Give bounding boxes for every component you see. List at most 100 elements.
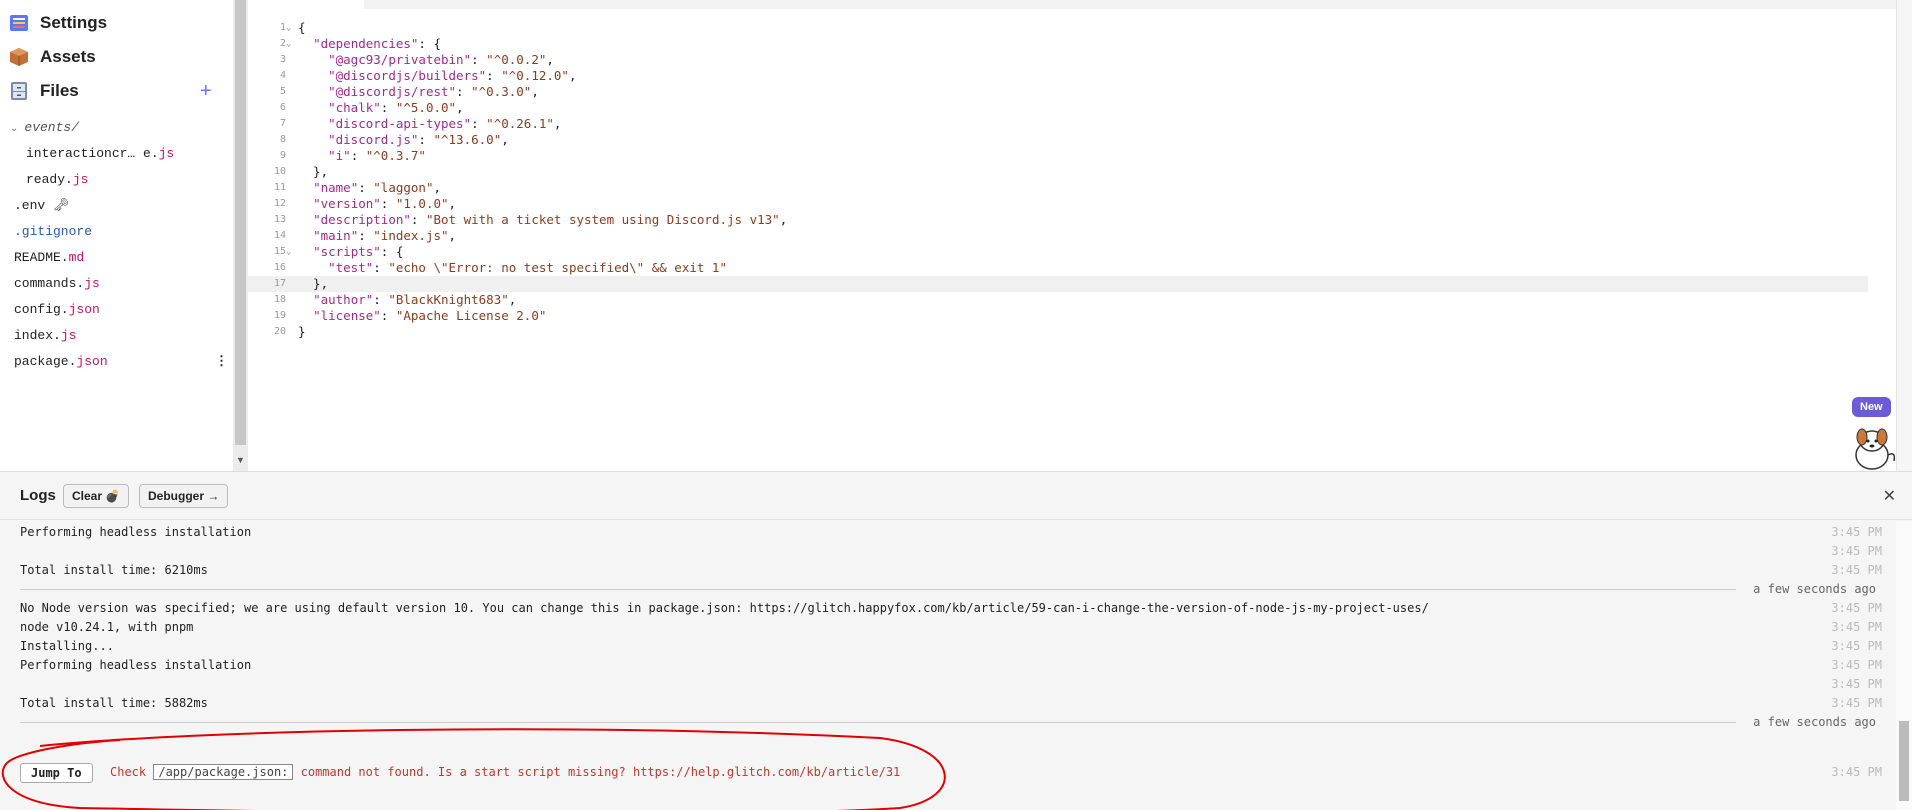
file-item[interactable]: config.json (14, 298, 242, 322)
log-separator: a few seconds ago (20, 711, 1876, 734)
line-number: 8 (279, 134, 286, 145)
code-text: "discord.js": "^13.6.0", (328, 132, 509, 147)
code-text: "name": "laggon", (313, 180, 442, 195)
code-line[interactable]: 12 "version": "1.0.0", (248, 196, 1868, 212)
settings-item[interactable]: Settings (8, 12, 107, 34)
files-item[interactable]: Files (8, 80, 79, 102)
logs-panel: Logs Clear 💣 Debugger → ✕ Jump To Check … (0, 471, 1912, 810)
code-line[interactable]: 19 "license": "Apache License 2.0" (248, 308, 1868, 324)
line-number: 18 (273, 294, 286, 305)
file-item[interactable]: commands.js (14, 272, 242, 296)
error-row: Jump To Check /app/package.json: command… (0, 761, 1896, 784)
code-editor[interactable]: 1 ⌄{2 ⌄ "dependencies": {3 "@agc93/private… (248, 0, 1912, 471)
assets-item[interactable]: Assets (8, 46, 96, 68)
code-text: "chalk": "^5.0.0", (328, 100, 464, 115)
code-text: "license": "Apache License 2.0" (313, 308, 547, 323)
file-name: commands. (14, 276, 85, 291)
code-line[interactable]: 20} (248, 324, 1868, 340)
scrollbar-thumb[interactable] (235, 0, 246, 445)
code-line[interactable]: 17 }, (248, 276, 1868, 292)
file-name: index. (14, 328, 61, 343)
line-number: 12 (273, 198, 286, 209)
scrollbar-thumb[interactable] (1899, 721, 1909, 801)
code-line[interactable]: 6 "chalk": "^5.0.0", (248, 100, 1868, 116)
editor-top-bar (364, 0, 1912, 9)
log-output[interactable]: Jump To Check /app/package.json: command… (0, 521, 1896, 810)
code-line[interactable]: 5 "@discordjs/rest": "^0.3.0", (248, 84, 1868, 100)
error-prefix: Check (110, 765, 154, 779)
line-number: 3 (279, 54, 286, 65)
logs-scrollbar[interactable] (1896, 521, 1912, 810)
error-message: Check /app/package.json: command not fou… (110, 761, 900, 784)
code-line[interactable]: 10 }, (248, 164, 1868, 180)
fold-chevron-icon[interactable]: ⌄ (286, 244, 291, 260)
assets-label: Assets (40, 47, 96, 66)
code-line[interactable]: 9 "i": "^0.3.7" (248, 148, 1868, 164)
separator-rule (20, 589, 1736, 590)
line-number: 9 (279, 150, 286, 161)
file-item[interactable]: index.js (14, 324, 242, 348)
file-item[interactable]: README.md (14, 246, 242, 270)
file-item[interactable]: ready.js (26, 168, 254, 192)
scroll-down-arrow-icon[interactable]: ▼ (236, 455, 245, 465)
logs-title: Logs (20, 487, 56, 504)
new-badge[interactable]: New (1852, 397, 1891, 417)
line-number: 7 (279, 118, 286, 129)
file-item[interactable]: .env 🗝 (14, 194, 242, 218)
folder-label: events/ (24, 120, 79, 135)
code-line[interactable]: 15 ⌄ "scripts": { (248, 244, 1868, 260)
code-line[interactable]: 14 "main": "index.js", (248, 228, 1868, 244)
code-line[interactable]: 2 ⌄ "dependencies": { (248, 36, 1868, 52)
file-name: package. (14, 354, 77, 369)
error-suffix: command not found. Is a start script mis… (293, 765, 901, 779)
add-file-button[interactable]: + (200, 80, 212, 103)
error-path[interactable]: /app/package.json: (153, 764, 294, 780)
code-text: "version": "1.0.0", (313, 196, 457, 211)
line-number: 15 (273, 246, 286, 257)
log-time: 3:45 PM (1831, 765, 1882, 779)
file-item[interactable]: interactioncr… e.js (26, 142, 254, 166)
code-line[interactable]: 8 "discord.js": "^13.6.0", (248, 132, 1868, 148)
settings-label: Settings (40, 13, 108, 32)
code-text: "main": "index.js", (313, 228, 457, 243)
code-line[interactable]: 18 "author": "BlackKnight683", (248, 292, 1868, 308)
jump-to-button[interactable]: Jump To (20, 763, 93, 783)
code-text: "@discordjs/rest": "^0.3.0", (328, 84, 539, 99)
code-line[interactable]: 13 "description": "Bot with a ticket sys… (248, 212, 1868, 228)
file-cabinet-icon (11, 82, 27, 100)
file-name: config. (14, 302, 69, 317)
code-line[interactable]: 7 "discord-api-types": "^0.26.1", (248, 116, 1868, 132)
close-icon[interactable]: ✕ (1883, 486, 1896, 506)
code-text: }, (298, 164, 329, 179)
editor-scrollbar[interactable] (1896, 0, 1912, 471)
code-line[interactable]: 11 "name": "laggon", (248, 180, 1868, 196)
line-number: 2 (279, 38, 286, 49)
code-line[interactable]: 3 "@agc93/privatebin": "^0.0.2", (248, 52, 1868, 68)
box-icon (10, 48, 28, 66)
fold-chevron-icon[interactable]: ⌄ (286, 36, 291, 52)
file-item[interactable]: .gitignore (14, 220, 242, 244)
dog-mascot-icon[interactable] (1848, 425, 1900, 471)
fold-chevron-icon[interactable]: ⌄ (286, 20, 291, 36)
file-extension: js (158, 146, 175, 161)
sidebar-scrollbar[interactable]: ▼ (233, 0, 248, 471)
sidebar: Settings Assets Files + ⌄ events/ intera… (0, 0, 233, 471)
code-line[interactable]: 16 "test": "echo \"Error: no test specif… (248, 260, 1868, 276)
line-number: 6 (279, 102, 286, 113)
more-options-icon[interactable]: ⋮ (215, 350, 228, 374)
debugger-button[interactable]: Debugger → (139, 484, 229, 508)
relative-time: a few seconds ago (1753, 715, 1876, 729)
file-name: README. (14, 250, 69, 265)
key-icon: 🗝 (53, 198, 70, 213)
code-line[interactable]: 4 "@discordjs/builders": "^0.12.0", (248, 68, 1868, 84)
line-number: 20 (273, 326, 286, 337)
file-extension: json (76, 354, 108, 369)
code-line[interactable]: 1 ⌄ { (248, 20, 1868, 36)
code-text: "author": "BlackKnight683", (313, 292, 517, 307)
clear-logs-button[interactable]: Clear 💣 (63, 484, 130, 508)
file-extension: js (72, 172, 89, 187)
code-text: "discord-api-types": "^0.26.1", (328, 116, 562, 131)
line-number: 11 (273, 182, 286, 193)
file-item[interactable]: package.json ⋮ (14, 350, 242, 374)
folder-events[interactable]: ⌄ events/ (10, 116, 238, 140)
